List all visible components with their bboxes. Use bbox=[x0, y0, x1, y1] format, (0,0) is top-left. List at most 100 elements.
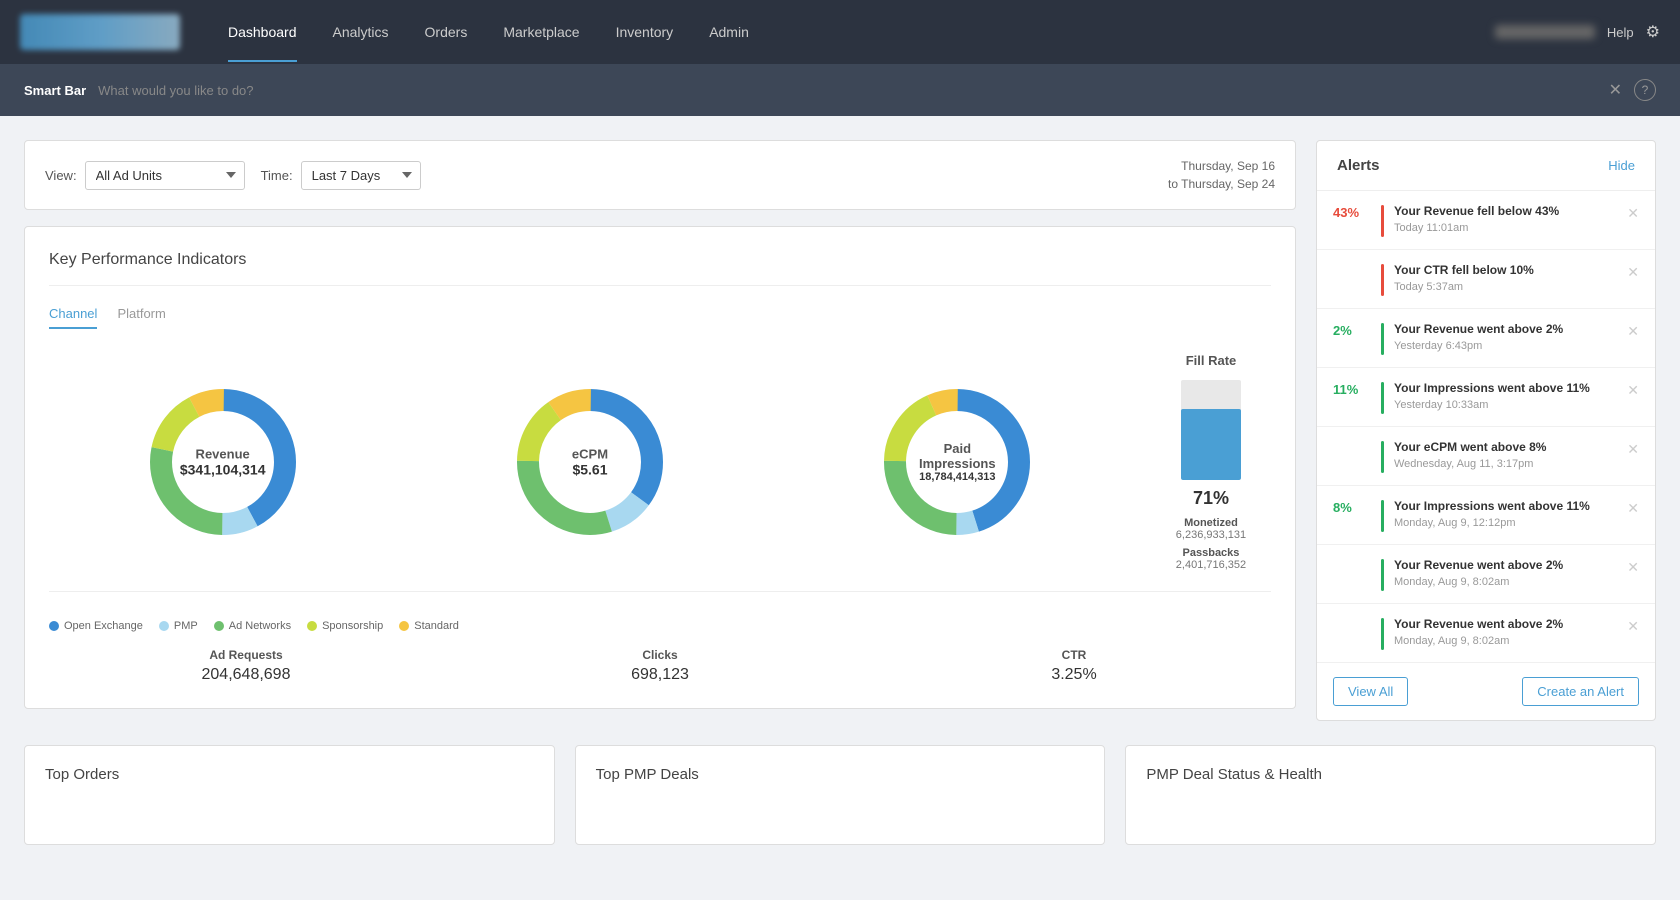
view-all-button[interactable]: View All bbox=[1333, 677, 1408, 706]
passbacks-label: Passbacks bbox=[1176, 547, 1246, 559]
close-icon[interactable]: ✕ bbox=[1609, 80, 1622, 100]
alert-close-7[interactable]: ✕ bbox=[1627, 616, 1639, 635]
alert-item-7: Your Revenue went above 2% Monday, Aug 9… bbox=[1317, 604, 1655, 663]
alert-content-7: Your Revenue went above 2% Monday, Aug 9… bbox=[1394, 616, 1617, 647]
alert-content-0: Your Revenue fell below 43% Today 11:01a… bbox=[1394, 203, 1617, 234]
alert-content-3: Your Impressions went above 11% Yesterda… bbox=[1394, 380, 1617, 411]
main-content: View: All Ad Units Time: Last 7 Days Thu… bbox=[0, 116, 1680, 745]
stat-value-ctr: 3.25% bbox=[877, 666, 1271, 684]
view-select[interactable]: All Ad Units bbox=[85, 161, 245, 190]
alert-content-5: Your Impressions went above 11% Monday, … bbox=[1394, 498, 1617, 529]
left-panel: View: All Ad Units Time: Last 7 Days Thu… bbox=[24, 140, 1296, 721]
alerts-header: Alerts Hide bbox=[1317, 141, 1655, 191]
alert-badge-5: 8% bbox=[1333, 498, 1371, 515]
logo bbox=[20, 14, 180, 50]
stat-value-clicks: 698,123 bbox=[463, 666, 857, 684]
alerts-hide-button[interactable]: Hide bbox=[1608, 158, 1635, 173]
alert-content-6: Your Revenue went above 2% Monday, Aug 9… bbox=[1394, 557, 1617, 588]
create-alert-button[interactable]: Create an Alert bbox=[1522, 677, 1639, 706]
revenue-title: Revenue bbox=[180, 447, 266, 462]
help-link[interactable]: Help bbox=[1607, 25, 1634, 40]
fill-rate-stats: Monetized 6,236,933,131 Passbacks 2,401,… bbox=[1176, 517, 1246, 571]
alert-time-3: Yesterday 10:33am bbox=[1394, 399, 1617, 411]
date-line1: Thursday, Sep 16 bbox=[1168, 157, 1275, 175]
alert-message-5: Your Impressions went above 11% bbox=[1394, 498, 1617, 515]
nav-link-dashboard[interactable]: Dashboard bbox=[210, 2, 315, 62]
legend-dot-standard bbox=[399, 621, 409, 631]
fill-rate-container: Fill Rate 71% Monetized 6,236,933,131 Pa… bbox=[1151, 353, 1271, 571]
nav-link-orders[interactable]: Orders bbox=[407, 2, 486, 62]
alert-time-2: Yesterday 6:43pm bbox=[1394, 340, 1617, 352]
fill-rate-percent: 71% bbox=[1193, 488, 1229, 509]
tab-platform[interactable]: Platform bbox=[117, 306, 165, 329]
alert-close-6[interactable]: ✕ bbox=[1627, 557, 1639, 576]
alerts-title: Alerts bbox=[1337, 157, 1380, 174]
legend-label-open-exchange: Open Exchange bbox=[64, 620, 143, 632]
alert-item-0: 43% Your Revenue fell below 43% Today 11… bbox=[1317, 191, 1655, 250]
alert-time-6: Monday, Aug 9, 8:02am bbox=[1394, 576, 1617, 588]
legend-label-pmp: PMP bbox=[174, 620, 198, 632]
top-navigation: Dashboard Analytics Orders Marketplace I… bbox=[0, 0, 1680, 64]
alerts-footer: View All Create an Alert bbox=[1317, 663, 1655, 720]
charts-row: Revenue $341,104,314 bbox=[49, 353, 1271, 592]
alert-bar-3 bbox=[1381, 382, 1384, 414]
legend-standard: Standard bbox=[399, 620, 459, 632]
nav-link-marketplace[interactable]: Marketplace bbox=[485, 2, 597, 62]
help-icon[interactable]: ? bbox=[1634, 79, 1656, 101]
alert-item-6: Your Revenue went above 2% Monday, Aug 9… bbox=[1317, 545, 1655, 604]
alert-close-4[interactable]: ✕ bbox=[1627, 439, 1639, 458]
alert-close-5[interactable]: ✕ bbox=[1627, 498, 1639, 517]
stat-value-ad-requests: 204,648,698 bbox=[49, 666, 443, 684]
alert-message-4: Your eCPM went above 8% bbox=[1394, 439, 1617, 456]
kpi-tabs: Channel Platform bbox=[49, 306, 1271, 329]
alert-content-1: Your CTR fell below 10% Today 5:37am bbox=[1394, 262, 1617, 293]
top-orders-title: Top Orders bbox=[45, 766, 534, 783]
view-filter-group: View: All Ad Units bbox=[45, 161, 245, 190]
date-line2: to Thursday, Sep 24 bbox=[1168, 175, 1275, 193]
passbacks-value: 2,401,716,352 bbox=[1176, 559, 1246, 571]
filter-bar: View: All Ad Units Time: Last 7 Days Thu… bbox=[24, 140, 1296, 210]
bottom-card-top-orders: Top Orders bbox=[24, 745, 555, 845]
alert-item-2: 2% Your Revenue went above 2% Yesterday … bbox=[1317, 309, 1655, 368]
alert-close-1[interactable]: ✕ bbox=[1627, 262, 1639, 281]
ecpm-title: eCPM bbox=[572, 447, 608, 462]
alert-bar-2 bbox=[1381, 323, 1384, 355]
legend-open-exchange: Open Exchange bbox=[49, 620, 143, 632]
bottom-cards: Top Orders Top PMP Deals PMP Deal Status… bbox=[0, 745, 1680, 869]
legend-pmp: PMP bbox=[159, 620, 198, 632]
legend-sponsorship: Sponsorship bbox=[307, 620, 383, 632]
nav-link-admin[interactable]: Admin bbox=[691, 2, 767, 62]
alert-close-3[interactable]: ✕ bbox=[1627, 380, 1639, 399]
legend-label-ad-networks: Ad Networks bbox=[229, 620, 291, 632]
legend-label-sponsorship: Sponsorship bbox=[322, 620, 383, 632]
alert-time-1: Today 5:37am bbox=[1394, 281, 1617, 293]
user-display bbox=[1495, 25, 1595, 39]
alert-badge-1 bbox=[1333, 262, 1371, 264]
alert-message-1: Your CTR fell below 10% bbox=[1394, 262, 1617, 279]
settings-icon[interactable]: ⚙ bbox=[1646, 22, 1660, 42]
bottom-card-pmp-health: PMP Deal Status & Health bbox=[1125, 745, 1656, 845]
alert-message-6: Your Revenue went above 2% bbox=[1394, 557, 1617, 574]
tab-channel[interactable]: Channel bbox=[49, 306, 97, 329]
alert-message-2: Your Revenue went above 2% bbox=[1394, 321, 1617, 338]
stat-clicks: Clicks 698,123 bbox=[463, 648, 857, 684]
smart-bar: Smart Bar ✕ ? bbox=[0, 64, 1680, 116]
ecpm-chart: eCPM $5.61 bbox=[416, 382, 763, 542]
date-range: Thursday, Sep 16 to Thursday, Sep 24 bbox=[1168, 157, 1275, 193]
alert-bar-6 bbox=[1381, 559, 1384, 591]
alert-close-0[interactable]: ✕ bbox=[1627, 203, 1639, 222]
alert-item-3: 11% Your Impressions went above 11% Yest… bbox=[1317, 368, 1655, 427]
alert-close-2[interactable]: ✕ bbox=[1627, 321, 1639, 340]
nav-link-inventory[interactable]: Inventory bbox=[598, 2, 692, 62]
nav-link-analytics[interactable]: Analytics bbox=[315, 2, 407, 62]
time-label: Time: bbox=[261, 168, 293, 183]
revenue-label: Revenue $341,104,314 bbox=[180, 447, 266, 478]
top-pmp-title: Top PMP Deals bbox=[596, 766, 1085, 783]
impressions-title: Paid Impressions bbox=[917, 441, 997, 471]
smart-bar-input[interactable] bbox=[98, 83, 1596, 98]
alert-time-5: Monday, Aug 9, 12:12pm bbox=[1394, 517, 1617, 529]
alert-message-7: Your Revenue went above 2% bbox=[1394, 616, 1617, 633]
chart-legend: Open Exchange PMP Ad Networks Sponsorshi… bbox=[49, 612, 1271, 632]
time-select[interactable]: Last 7 Days bbox=[301, 161, 421, 190]
revenue-value: $341,104,314 bbox=[180, 462, 266, 478]
